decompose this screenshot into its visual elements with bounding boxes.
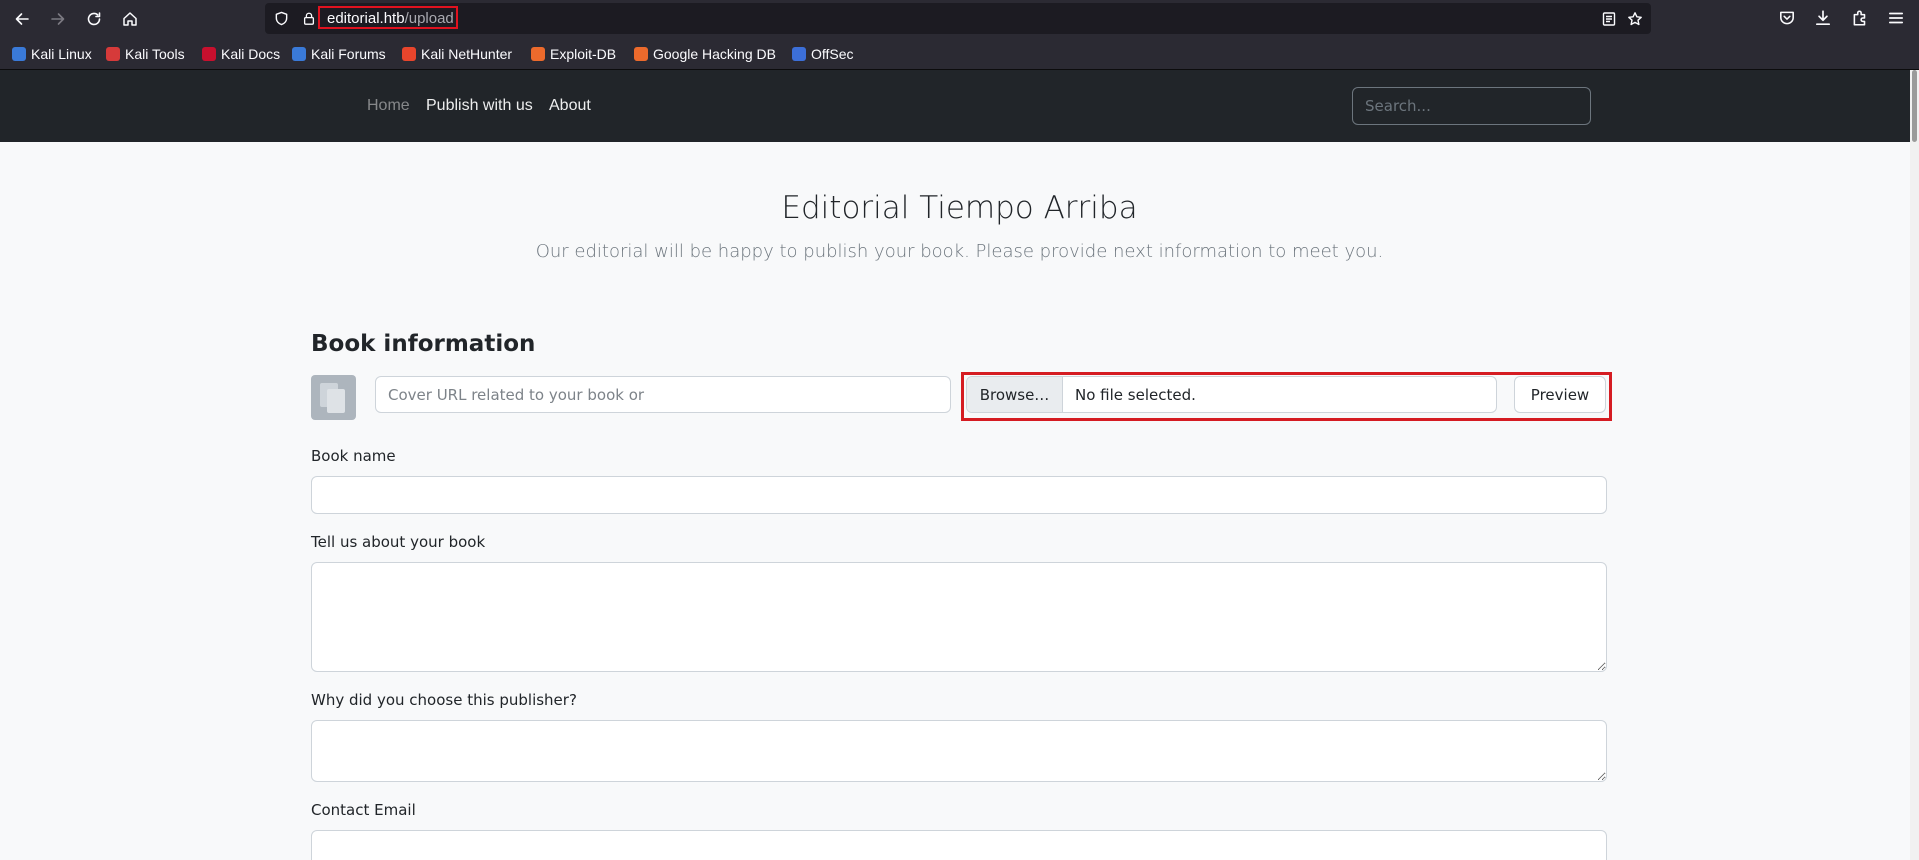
browser-toolbar: editorial.htb/upload (0, 0, 1919, 37)
contact-email-input[interactable] (311, 830, 1607, 860)
menu-icon[interactable] (1887, 9, 1905, 27)
nav-home-link[interactable]: Home (367, 97, 410, 115)
kali-nethunter-icon (402, 47, 416, 61)
bookmark-label: Kali Linux (31, 46, 92, 62)
url-text[interactable]: editorial.htb/upload (327, 10, 454, 27)
home-button[interactable] (117, 6, 143, 32)
home-icon (123, 12, 137, 26)
bookmark-exploit-db[interactable]: Exploit-DB (531, 45, 616, 63)
bookmark-kali-forums[interactable]: Kali Forums (292, 45, 386, 63)
page-subtitle: Our editorial will be happy to publish y… (535, 241, 1384, 262)
bookmark-label: Kali Tools (125, 46, 185, 62)
bookmark-label: Google Hacking DB (653, 46, 776, 62)
reload-button[interactable] (81, 6, 107, 32)
book-name-input[interactable] (311, 476, 1607, 514)
browse-button[interactable]: Browse… (967, 377, 1063, 412)
cover-page-front (327, 389, 345, 413)
scrollbar-thumb[interactable] (1912, 70, 1917, 142)
exploit-db-icon (531, 47, 545, 61)
star-icon[interactable] (1627, 11, 1643, 27)
cover-url-input[interactable] (375, 376, 951, 413)
bookmark-kali-tools[interactable]: Kali Tools (106, 45, 185, 63)
google-hacking-db-icon (634, 47, 648, 61)
shield-icon[interactable] (274, 11, 289, 26)
bookmark-label: OffSec (811, 46, 854, 62)
section-title: Book information (311, 331, 536, 357)
pocket-icon[interactable] (1778, 9, 1796, 27)
book-name-label: Book name (311, 447, 396, 465)
search-input[interactable] (1352, 87, 1591, 125)
forward-button[interactable] (45, 6, 71, 32)
bookmark-google-hacking-db[interactable]: Google Hacking DB (634, 45, 776, 63)
kali-forums-icon (292, 47, 306, 61)
kali-docs-icon (202, 47, 216, 61)
bookmark-kali-nethunter[interactable]: Kali NetHunter (402, 45, 512, 63)
bookmark-kali-docs[interactable]: Kali Docs (202, 45, 280, 63)
page-title: Editorial Tiempo Arriba (781, 190, 1138, 226)
url-bar[interactable]: editorial.htb/upload (265, 3, 1651, 34)
bookmark-offsec[interactable]: OffSec (792, 45, 854, 63)
bookmark-kali-linux[interactable]: Kali Linux (12, 45, 92, 63)
url-host: editorial.htb (327, 10, 405, 27)
nav-publish-link[interactable]: Publish with us (426, 97, 533, 115)
contact-email-label: Contact Email (311, 801, 416, 819)
extensions-icon[interactable] (1851, 9, 1869, 27)
preview-button[interactable]: Preview (1514, 376, 1606, 413)
download-icon[interactable] (1814, 9, 1832, 27)
nav-about-link[interactable]: About (549, 97, 591, 115)
url-path: /upload (404, 10, 454, 27)
page-scrollbar[interactable] (1910, 70, 1919, 860)
about-book-label: Tell us about your book (311, 533, 486, 551)
why-publisher-textarea[interactable] (311, 720, 1607, 782)
bookmark-label: Kali NetHunter (421, 46, 513, 62)
reload-icon (87, 12, 101, 26)
kali-linux-icon (12, 47, 26, 61)
bookmark-label: Kali Docs (221, 46, 281, 62)
book-cover-placeholder-icon (311, 375, 356, 420)
lock-icon[interactable] (302, 11, 316, 26)
offsec-icon (792, 47, 806, 61)
file-status-text: No file selected. (1075, 386, 1196, 404)
kali-tools-icon (106, 47, 120, 61)
about-book-textarea[interactable] (311, 562, 1607, 672)
arrow-left-icon (15, 13, 29, 25)
site-navbar: Home Publish with us About (0, 70, 1919, 142)
bookmark-label: Kali Forums (311, 46, 386, 62)
back-button[interactable] (9, 6, 35, 32)
reader-view-icon[interactable] (1601, 11, 1617, 27)
why-publisher-label: Why did you choose this publisher? (311, 691, 577, 709)
bookmark-label: Exploit-DB (550, 46, 617, 62)
file-upload-input[interactable]: Browse… No file selected. (966, 376, 1497, 413)
bookmarks-bar: Kali Linux Kali Tools Kali Docs Kali For… (0, 37, 1919, 70)
arrow-right-icon (51, 13, 65, 25)
